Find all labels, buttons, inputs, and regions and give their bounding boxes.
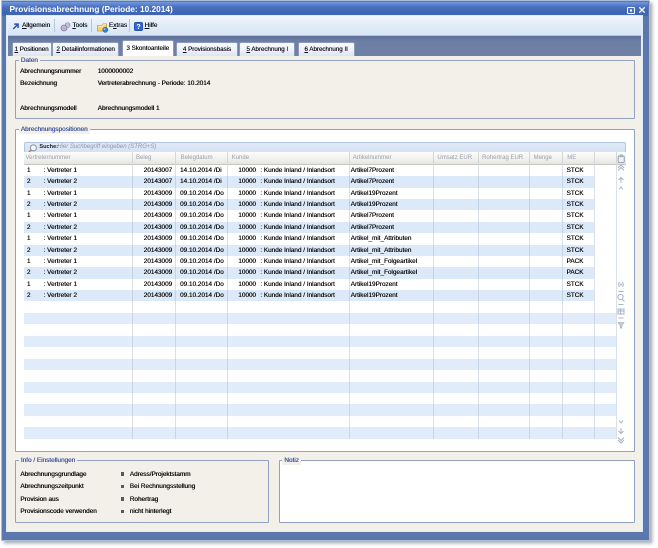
svg-text:?: ? xyxy=(136,24,140,31)
